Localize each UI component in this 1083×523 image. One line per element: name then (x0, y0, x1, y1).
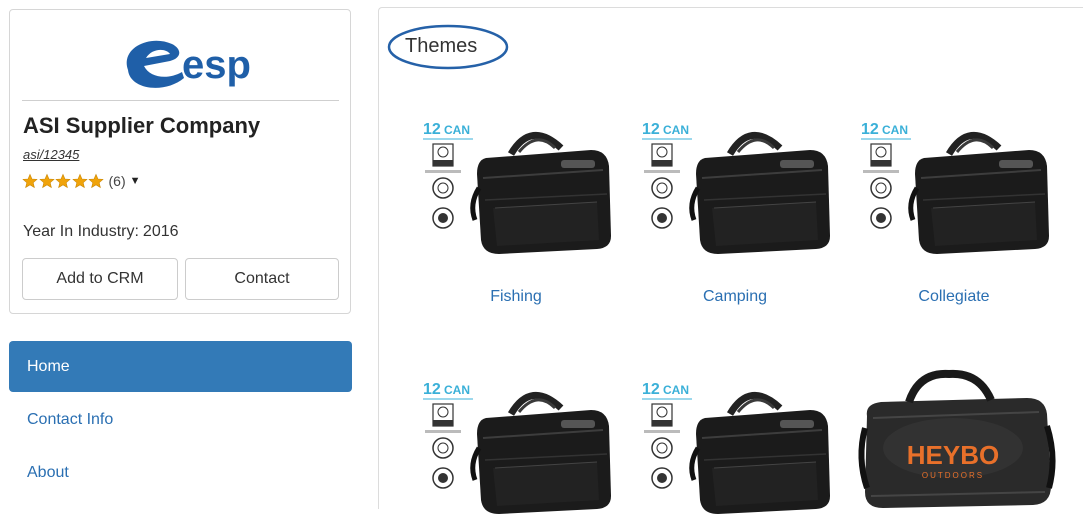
theme-card[interactable] (630, 368, 840, 518)
theme-image[interactable]: HEYBO OUTDOORS (849, 368, 1059, 518)
svg-text:esp: esp (182, 43, 251, 87)
theme-image[interactable] (411, 368, 621, 518)
theme-card[interactable]: Collegiate (849, 108, 1059, 305)
themes-panel: Themes Fishing Camping Collegiate HEYBO OUTD… (378, 7, 1083, 509)
year-in-industry: Year In Industry: 2016 (23, 223, 179, 241)
theme-image[interactable] (849, 108, 1059, 258)
esp-logo: esp (126, 40, 251, 88)
nav-item-contact-info[interactable]: Contact Info (9, 394, 352, 445)
star-icon (38, 173, 55, 189)
sidebar: esp ASI Supplier Company asi/12345 (6) ▼… (0, 0, 366, 509)
caret-down-icon[interactable]: ▼ (130, 175, 141, 187)
heybo-brand-text: HEYBO (907, 440, 999, 470)
add-to-crm-button[interactable]: Add to CRM (22, 258, 178, 300)
theme-label-camping[interactable]: Camping (630, 288, 840, 306)
review-count: (6) (108, 173, 126, 189)
theme-card[interactable]: Camping (630, 108, 840, 305)
asi-number-link[interactable]: asi/12345 (23, 147, 79, 162)
theme-image[interactable] (411, 108, 621, 258)
star-icon (71, 173, 88, 189)
theme-card[interactable]: Fishing (411, 108, 621, 305)
year-value: 2016 (142, 223, 179, 240)
star-icon (22, 173, 38, 189)
year-label: Year In Industry: (23, 223, 139, 240)
star-rating (22, 173, 105, 189)
theme-label-collegiate[interactable]: Collegiate (849, 288, 1059, 306)
themes-title: Themes (405, 35, 478, 57)
theme-card[interactable] (411, 368, 621, 518)
sidebar-nav: Home Contact Info About (9, 341, 352, 500)
contact-button[interactable]: Contact (185, 258, 339, 300)
heybo-subtext: OUTDOORS (922, 471, 984, 480)
nav-item-home[interactable]: Home (9, 341, 352, 392)
nav-item-about[interactable]: About (9, 447, 352, 498)
supplier-profile-card: esp ASI Supplier Company asi/12345 (6) ▼… (9, 9, 351, 314)
company-name: ASI Supplier Company (23, 113, 261, 138)
theme-label-fishing[interactable]: Fishing (411, 288, 621, 306)
star-icon (55, 173, 71, 189)
themes-title-highlight: Themes (387, 23, 509, 71)
card-divider (22, 100, 339, 101)
theme-card[interactable]: HEYBO OUTDOORS (849, 368, 1059, 518)
star-icon (88, 173, 104, 189)
rating[interactable]: (6) ▼ (22, 171, 141, 191)
theme-image[interactable] (630, 368, 840, 518)
theme-image[interactable] (630, 108, 840, 258)
